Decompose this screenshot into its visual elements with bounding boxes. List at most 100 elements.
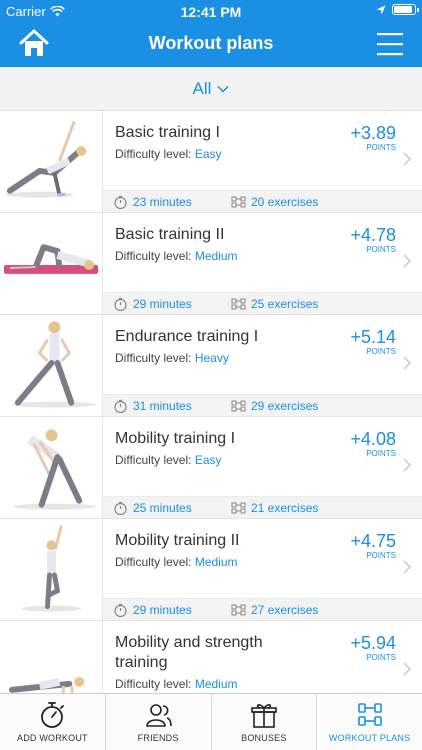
workout-meta-bar: 31 minutes 29 exercises [103,394,422,416]
difficulty-label: Difficulty level: [115,555,192,569]
workout-meta-bar: 29 minutes 27 exercises [103,598,422,620]
workout-thumbnail-image [21,519,103,621]
location-arrow-icon [376,5,386,14]
workout-thumbnail-image [5,111,103,213]
workout-thumbnail-image [3,213,103,315]
points-value: +5.14 [350,327,396,347]
chevron-right-icon [403,458,412,472]
bottom-tab-bar: ADD WORKOUT FRIENDS BONUSES WORKOUT PLAN… [0,693,422,750]
workout-card[interactable]: Mobility training I Difficulty level: Ea… [0,417,422,519]
workout-name: Basic training II [115,226,225,243]
workout-card[interactable]: Basic training I Difficulty level: Easy … [0,111,422,213]
duration-info: 23 minutes [113,195,192,209]
stopwatch-icon [114,603,127,617]
duration-info: 31 minutes [113,399,192,413]
duration-text: 31 minutes [133,399,192,413]
chevron-right-icon [403,152,412,166]
duration-text: 29 minutes [133,297,192,311]
points-reward: +4.08 POINTS [350,429,396,458]
points-unit: POINTS [366,653,396,662]
dumbbell-icon [231,298,246,310]
difficulty-value: Easy [194,147,222,161]
duration-info: 29 minutes [113,603,192,617]
points-unit: POINTS [366,245,396,254]
filter-selected-value: All [192,78,212,98]
header-bar: Carrier 12:41 PM Workout plans [0,0,422,67]
stopwatch-icon [114,399,127,413]
difficulty-value: Medium [194,249,238,263]
difficulty-line: Difficulty level: Medium [115,249,238,263]
workout-card[interactable]: Endurance training I Difficulty level: H… [0,315,422,417]
stopwatch-icon [114,195,127,209]
workout-card[interactable]: Mobility training II Difficulty level: M… [0,519,422,621]
difficulty-value: Medium [194,677,238,691]
gift-icon [251,704,277,728]
workout-name: Mobility training I [115,430,236,447]
workout-thumbnail-image [12,315,103,417]
chevron-right-icon [403,356,412,370]
workout-meta-bar: 23 minutes 20 exercises [103,190,422,212]
tab-label: WORKOUT PLANS [328,733,411,743]
points-unit: POINTS [366,143,396,152]
exercises-info: 25 exercises [231,297,318,311]
workout-name: Mobility and strength training [115,634,263,671]
points-reward: +4.75 POINTS [350,531,396,560]
filter-dropdown[interactable]: All [0,67,422,111]
page-title: Workout plans [148,33,274,53]
stopwatch-icon [41,702,65,728]
exercises-info: 20 exercises [231,195,318,209]
duration-text: 23 minutes [133,195,192,209]
chevron-right-icon [403,662,412,676]
exercises-text: 25 exercises [251,297,319,311]
tab-bonuses[interactable]: BONUSES [212,694,318,750]
points-reward: +5.14 POINTS [350,327,396,356]
friends-icon [146,704,172,727]
exercises-text: 20 exercises [251,195,319,209]
dumbbell-icon [231,196,246,208]
difficulty-line: Difficulty level: Medium [115,677,238,691]
stopwatch-icon [114,297,127,311]
battery-icon [392,4,419,15]
chevron-right-icon [403,254,412,268]
workout-card[interactable]: Basic training II Difficulty level: Medi… [0,213,422,315]
duration-info: 25 minutes [113,501,192,515]
difficulty-line: Difficulty level: Heavy [115,351,229,365]
workout-name: Mobility training II [115,532,240,549]
exercises-text: 21 exercises [251,501,319,515]
points-value: +4.75 [350,531,396,551]
dumbbells-icon [357,703,382,726]
status-time: 12:41 PM [180,4,242,20]
navigation-bar: Workout plans [0,22,422,67]
points-reward: +4.78 POINTS [350,225,396,254]
points-unit: POINTS [366,551,396,560]
stopwatch-icon [114,501,127,515]
tab-label: BONUSES [241,733,287,743]
tab-label: FRIENDS [137,733,179,743]
chevron-right-icon [403,560,412,574]
tab-add-workout[interactable]: ADD WORKOUT [0,694,106,750]
workout-plan-list: Basic training I Difficulty level: Easy … [0,111,422,693]
workout-name: Endurance training I [115,328,259,345]
points-unit: POINTS [366,347,396,356]
tab-friends[interactable]: FRIENDS [106,694,212,750]
difficulty-label: Difficulty level: [115,453,192,467]
exercises-info: 27 exercises [231,603,318,617]
status-bar: Carrier 12:41 PM [0,0,422,22]
dumbbell-icon [231,604,246,616]
points-reward: +5.94 POINTS [350,633,396,662]
duration-text: 25 minutes [133,501,192,515]
chevron-down-icon [217,85,229,93]
tab-workout-plans[interactable]: WORKOUT PLANS [317,694,422,750]
duration-text: 29 minutes [133,603,192,617]
hamburger-menu-icon[interactable] [376,30,404,58]
difficulty-line: Difficulty level: Medium [115,555,238,569]
difficulty-line: Difficulty level: Easy [115,453,222,467]
difficulty-line: Difficulty level: Easy [115,147,222,161]
exercises-text: 29 exercises [251,399,319,413]
points-unit: POINTS [366,449,396,458]
dumbbell-icon [231,400,246,412]
workout-meta-bar: 29 minutes 25 exercises [103,292,422,314]
workout-card[interactable]: Mobility and strength training Difficult… [0,621,422,693]
points-value: +3.89 [350,123,396,143]
workout-thumbnail-image [12,417,103,519]
